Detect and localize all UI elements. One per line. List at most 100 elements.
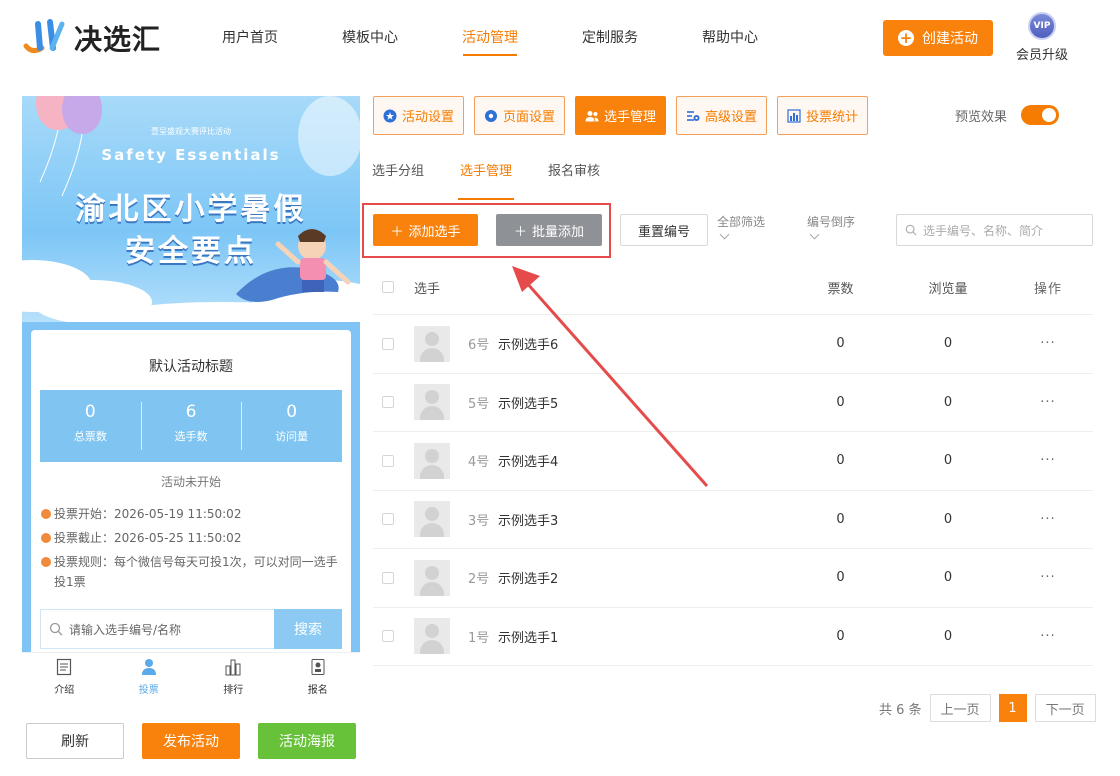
page-settings-button[interactable]: 页面设置 <box>474 96 566 135</box>
reset-numbers-button[interactable]: 重置编号 <box>620 214 708 246</box>
player-number: 3号 <box>468 513 490 529</box>
logo-text: 决选汇 <box>74 23 162 56</box>
more-actions-button[interactable]: ··· <box>1028 570 1068 585</box>
bottom-nav-ranking[interactable]: 排行 <box>191 653 276 698</box>
bottom-nav-vote[interactable]: 投票 <box>107 653 192 698</box>
add-player-button[interactable]: ＋ 添加选手 <box>373 214 478 246</box>
filter-all-dropdown[interactable]: 全部筛选 <box>717 214 766 240</box>
player-search-input[interactable]: 选手编号、名称、简介 <box>896 214 1093 246</box>
player-votes: 0 <box>836 511 845 527</box>
player-avatar-icon <box>414 442 450 479</box>
preview-search-button[interactable]: 搜索 <box>274 609 342 649</box>
settings-toolbar: 活动设置 页面设置 选手管理 高级设置 投票统计 <box>373 96 869 135</box>
current-page-button[interactable]: 1 <box>998 694 1027 722</box>
logo-mark-icon <box>22 18 68 58</box>
stat-player-count: 6 选手数 <box>140 390 242 462</box>
bottom-nav-signup[interactable]: 报名 <box>276 653 361 698</box>
search-icon <box>905 224 917 236</box>
player-table: 选手 票数 浏览量 操作 6号 示例选手6 0 0 ··· 5号 示例选手5 0 0 ··· 4号示… <box>373 260 1093 666</box>
more-actions-button[interactable]: ··· <box>1028 395 1068 410</box>
pagination-total: 共 6 条 <box>879 702 922 718</box>
more-actions-button[interactable]: ··· <box>1028 453 1068 468</box>
player-number: 4号 <box>468 455 490 471</box>
bottom-nav-intro[interactable]: 介绍 <box>22 653 107 698</box>
player-views: 0 <box>943 336 953 352</box>
row-checkbox[interactable] <box>382 630 394 643</box>
header-player: 选手 <box>414 281 441 297</box>
activity-poster-button[interactable]: 活动海报 <box>258 723 356 759</box>
filter-all-label: 全部筛选 <box>717 215 766 229</box>
row-checkbox[interactable] <box>382 454 394 467</box>
banner-small-text: 壹呈盛观大赛评比活动 <box>151 127 231 136</box>
select-all-checkbox[interactable] <box>382 281 394 293</box>
table-row: 1号 示例选手1 0 0 ··· <box>373 608 1093 666</box>
batch-add-button[interactable]: ＋ 批量添加 <box>496 214 602 246</box>
stat-total-votes: 0 总票数 <box>40 390 141 462</box>
advanced-settings-button[interactable]: 高级设置 <box>676 96 768 135</box>
bottom-nav-label: 报名 <box>307 685 328 696</box>
preview-banner: 壹呈盛观大赛评比活动 Safety Essentials 渝北区小学暑假 安全要… <box>22 96 360 322</box>
row-checkbox[interactable] <box>382 571 394 584</box>
player-views: 0 <box>943 394 953 410</box>
nav-item-custom-service[interactable]: 定制服务 <box>550 0 670 78</box>
info-icon <box>41 557 51 567</box>
player-management-button[interactable]: 选手管理 <box>575 96 667 135</box>
vote-rule-line: 投票规则：每个微信号每天可投1次，可以对同一选手投1票 <box>41 552 341 592</box>
stat-visits: 0 访问量 <box>241 390 342 462</box>
player-number: 6号 <box>468 338 490 354</box>
plus-circle-icon: + <box>898 29 914 47</box>
prev-page-button[interactable]: 上一页 <box>929 694 991 722</box>
refresh-button[interactable]: 刷新 <box>26 723 124 759</box>
more-actions-button[interactable]: ··· <box>1028 629 1068 644</box>
nav-item-activity-management[interactable]: 活动管理 <box>430 0 550 78</box>
next-page-button[interactable]: 下一页 <box>1034 694 1096 722</box>
bar-chart-icon <box>225 659 241 676</box>
publish-activity-button[interactable]: 发布活动 <box>142 723 240 759</box>
tab-signup-review[interactable]: 报名审核 <box>548 150 600 186</box>
preview-bottom-nav: 介绍 投票 排行 报名 <box>22 652 360 698</box>
banner-english-title: Safety Essentials <box>101 146 281 164</box>
nav-item-help[interactable]: 帮助中心 <box>670 0 790 78</box>
player-avatar-icon <box>414 384 450 421</box>
activity-settings-button[interactable]: 活动设置 <box>373 96 465 135</box>
player-number: 2号 <box>468 572 490 588</box>
table-row: 2号 示例选手2 0 0 ··· <box>373 549 1093 608</box>
player-avatar-icon <box>414 501 450 538</box>
row-checkbox[interactable] <box>382 337 394 350</box>
more-actions-button[interactable]: ··· <box>1028 512 1068 527</box>
logo[interactable]: 决选汇 <box>22 18 161 58</box>
sort-order-dropdown[interactable]: 编号倒序 <box>807 214 855 240</box>
bar-chart-icon <box>787 108 801 123</box>
player-votes: 0 <box>836 570 845 586</box>
row-checkbox[interactable] <box>382 396 394 409</box>
preview-search-input[interactable]: 请输入选手编号/名称 <box>40 609 274 649</box>
banner-title-line1: 渝北区小学暑假 <box>75 192 307 227</box>
player-views: 0 <box>943 511 953 527</box>
player-votes: 0 <box>836 628 845 644</box>
plus-icon: ＋ <box>513 224 527 240</box>
search-icon <box>49 622 63 636</box>
preview-effect-switch[interactable] <box>1021 105 1060 125</box>
preview-actions: 刷新 发布活动 活动海报 <box>26 723 356 759</box>
create-activity-button[interactable]: + 创建活动 <box>883 20 993 56</box>
nav-item-templates[interactable]: 模板中心 <box>310 0 430 78</box>
player-views: 0 <box>943 453 953 469</box>
chevron-down-icon <box>809 229 820 240</box>
nav-item-home[interactable]: 用户首页 <box>190 0 310 78</box>
more-actions-button[interactable]: ··· <box>1028 336 1068 351</box>
pagination: 共 6 条 上一页 1 下一页 <box>879 694 1096 722</box>
vip-upgrade[interactable]: VIP 会员升级 <box>1012 12 1072 63</box>
badge-icon <box>311 659 325 675</box>
stat-value: 0 <box>84 402 96 422</box>
player-name: 示例选手3 <box>498 513 559 529</box>
row-checkbox[interactable] <box>382 513 394 526</box>
tab-player-groups[interactable]: 选手分组 <box>372 150 424 186</box>
vote-end-text: 投票截止：2026-05-25 11:50:02 <box>54 531 242 545</box>
player-name: 示例选手5 <box>498 396 559 412</box>
vip-upgrade-label: 会员升级 <box>1015 48 1068 63</box>
vote-statistics-button[interactable]: 投票统计 <box>777 96 869 135</box>
tab-player-management[interactable]: 选手管理 <box>458 150 515 200</box>
header-votes: 票数 <box>827 281 854 297</box>
player-search-placeholder: 选手编号、名称、简介 <box>923 223 1044 238</box>
user-icon <box>141 659 156 675</box>
